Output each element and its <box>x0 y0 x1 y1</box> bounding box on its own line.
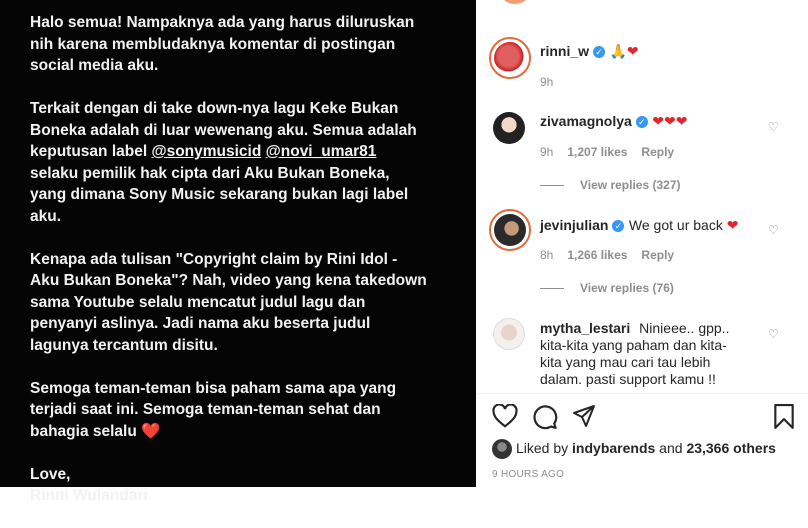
comment-likes[interactable]: 1,207 likes <box>567 145 627 159</box>
verified-icon: ✓ <box>635 116 648 128</box>
likes-count[interactable]: 23,366 others <box>686 440 776 456</box>
avatar-indybarends[interactable] <box>492 439 512 459</box>
caption-paragraph-4: Semoga teman-teman bisa paham sama apa y… <box>30 379 397 440</box>
comment-jevinjulian: jevinjulian ✓ We got ur back ❤ <box>540 217 738 235</box>
avatar-mytha-lestari[interactable] <box>493 318 525 350</box>
comment-icon[interactable] <box>532 404 558 435</box>
divider <box>476 393 808 394</box>
verified-icon: ✓ <box>612 220 625 232</box>
share-icon[interactable] <box>572 404 596 433</box>
liked-by-text: Liked by indybarends and 23,366 others <box>516 440 776 456</box>
view-replies-button[interactable]: View replies (327) <box>540 178 681 192</box>
comment-likes[interactable]: 1,266 likes <box>567 248 627 262</box>
view-replies-button[interactable]: View replies (76) <box>540 281 674 295</box>
top-avatar-partial <box>498 0 532 4</box>
caption-paragraph-3: Kenapa ada tulisan "Copyright claim by R… <box>30 250 427 354</box>
comment-meta: 9h 1,207 likes Reply <box>540 145 688 159</box>
post-timestamp[interactable]: 9 HOURS AGO <box>492 469 564 480</box>
heart-icon[interactable] <box>492 403 518 433</box>
avatar-rinni-w[interactable] <box>489 37 531 79</box>
comment-text: We got ur back ❤ <box>628 217 739 233</box>
username-jevinjulian[interactable]: jevinjulian <box>540 217 608 233</box>
comment-meta: 9h <box>540 75 567 89</box>
username-rinni-w[interactable]: rinni_w <box>540 43 589 59</box>
username-mytha-lestari[interactable]: mytha_lestari <box>540 320 630 336</box>
caption-signoff: Love, Rinni Wulandari <box>30 465 148 505</box>
avatar-jevinjulian[interactable] <box>489 209 531 251</box>
heart-emoji: ❤️ <box>141 422 161 440</box>
comment-zivamagnolya: zivamagnolya ✓ ❤❤❤ <box>540 113 687 131</box>
comment-meta: 8h 1,266 likes Reply <box>540 248 688 262</box>
comment-time: 8h <box>540 248 554 262</box>
post-image: Halo semua! Nampaknya ada yang harus dil… <box>0 0 476 504</box>
comment-mytha-lestari: mytha_lestari Ninieee.. gpp.. kita-kita … <box>540 320 730 387</box>
bookmark-icon[interactable] <box>773 404 795 435</box>
username-zivamagnolya[interactable]: zivamagnolya <box>540 113 632 129</box>
post-caption-text: Halo semua! Nampaknya ada yang harus dil… <box>30 12 470 528</box>
comment-like-icon[interactable]: ♡ <box>768 120 782 134</box>
comment-time: 9h <box>540 145 554 159</box>
verified-icon: ✓ <box>593 46 606 58</box>
caption-paragraph-1: Halo semua! Nampaknya ada yang harus dil… <box>30 14 415 74</box>
avatar-zivamagnolya[interactable] <box>493 112 525 144</box>
comment-time: 9h <box>540 75 554 89</box>
comment-text: 🙏❤ <box>609 43 639 59</box>
comment-like-icon[interactable]: ♡ <box>768 327 782 341</box>
reply-button[interactable]: Reply <box>641 248 674 262</box>
comments-panel: rinni_w ✓ 🙏❤ 9h zivamagnolya ✓ ❤❤❤ ♡ 9h 1,2… <box>476 0 808 487</box>
comment-rinni-w: rinni_w ✓ 🙏❤ <box>540 43 639 61</box>
caption-paragraph-2: Terkait dengan di take down-nya lagu Kek… <box>30 100 417 225</box>
mention-sonymusicid: @sonymusicid <box>151 143 262 160</box>
reply-button[interactable]: Reply <box>641 145 674 159</box>
mention-novi-umar81: @novi_umar81 <box>265 143 377 160</box>
comment-text: ❤❤❤ <box>652 113 688 129</box>
comment-like-icon[interactable]: ♡ <box>768 223 782 237</box>
liked-by-user[interactable]: indybarends <box>572 440 655 456</box>
